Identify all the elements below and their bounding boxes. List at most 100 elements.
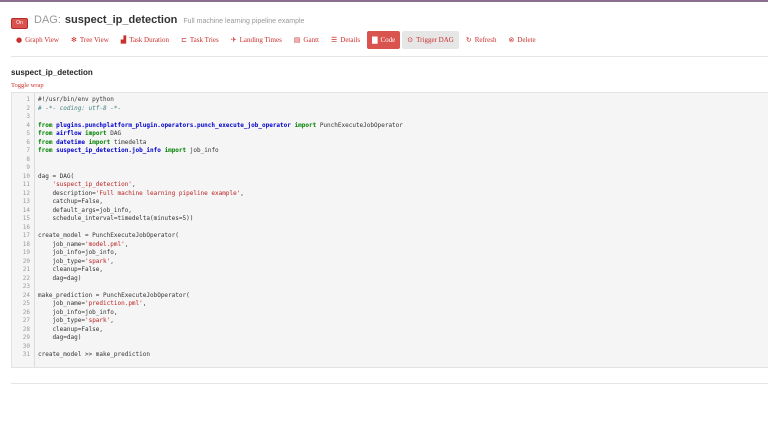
code-line: 5 from airflow import DAG [12, 130, 403, 139]
tries-icon: ⊏ [180, 35, 187, 44]
line-number: 13 [22, 198, 30, 205]
line-number: 21 [22, 266, 30, 273]
tab-label: Task Duration [129, 36, 169, 44]
code-token: job_type= [38, 317, 85, 324]
code-text: description='Full machine learning pipel… [34, 190, 243, 199]
code-token: DAG [106, 130, 122, 137]
code-token: cleanup=False, [38, 325, 104, 333]
code-token: , [110, 317, 114, 324]
code-text: job_info=job_info, [34, 309, 117, 318]
code-text: catchup=False, [34, 198, 103, 207]
code-line: 8 [12, 156, 403, 165]
line-number: 5 [26, 130, 30, 137]
code-token: , [131, 181, 136, 188]
code-token: import [88, 138, 111, 146]
code-token: PunchExecuteJobOperator [316, 121, 403, 129]
code-text: job_type='spark', [34, 257, 113, 267]
code-line: 27 job_type='spark', [12, 317, 403, 326]
code-line: 28 cleanup=False, [12, 326, 403, 335]
tab-details[interactable]: ☰ Details [326, 31, 365, 49]
tab-tree-view[interactable]: ✻ Tree View [66, 31, 114, 49]
line-number: 12 [22, 189, 30, 197]
line-number: 6 [26, 138, 30, 146]
code-line: 23 [12, 283, 403, 292]
bar-chart-icon: ▟ [120, 35, 127, 44]
tab-code[interactable]: ▇ Code [367, 31, 401, 49]
code-token: #!/usr/bin/env python [38, 96, 114, 103]
code-token: create_model >> make_prediction [38, 351, 150, 358]
code-line: 29 dag=dag) [12, 334, 403, 343]
code-line: 17 create_model = PunchExecuteJobOperator… [12, 232, 403, 241]
toggle-wrap-link[interactable]: Toggle wrap [11, 82, 44, 89]
code-token: 'model.pml' [84, 240, 125, 248]
tab-gantt[interactable]: ▤ Gantt [289, 31, 324, 49]
line-number: 24 [22, 291, 30, 299]
code-text: from airflow import DAG [34, 130, 121, 139]
code-text: job_info=job_info, [34, 249, 117, 258]
file-icon: ▇ [372, 35, 378, 44]
play-circle-icon: ⊙ [407, 35, 414, 44]
code-text: dag=dag) [34, 334, 81, 343]
tab-label: Gantt [303, 36, 319, 44]
dag-header: On DAG: suspect_ip_detection Full machin… [11, 14, 304, 29]
code-token: schedule_interval=timedelta(minutes=5)) [38, 215, 194, 222]
line-number: 16 [22, 223, 30, 231]
code-text: 'suspect_ip_detection', [34, 181, 136, 190]
divider [11, 56, 768, 57]
code-line: 31 create_model >> make_prediction [12, 351, 403, 360]
dag-toggle-switch[interactable]: On [11, 18, 28, 29]
tab-label: Refresh [474, 36, 497, 44]
line-number: 2 [26, 104, 30, 112]
code-text: job_type='spark', [34, 317, 114, 326]
code-token: 'prediction.pml' [84, 300, 143, 307]
tab-label: Code [380, 36, 396, 44]
code-line: 3 [12, 113, 403, 122]
code-line: 22 dag=dag) [12, 275, 403, 284]
circle-icon: ● [16, 35, 23, 44]
tab-trigger-dag[interactable]: ⊙ Trigger DAG [402, 31, 459, 49]
page-title: suspect_ip_detection [11, 68, 93, 77]
line-number: 18 [22, 240, 30, 248]
line-number: 23 [22, 283, 30, 290]
code-token: import [85, 130, 107, 137]
tree-icon: ✻ [70, 35, 77, 44]
plane-icon: ✈ [230, 35, 237, 44]
line-number: 29 [22, 334, 30, 341]
tab-task-tries[interactable]: ⊏ Task Tries [176, 31, 224, 49]
line-number: 28 [22, 325, 30, 333]
code-token: make_prediction = PunchExecuteJobOperato… [38, 291, 190, 299]
tab-task-duration[interactable]: ▟ Task Duration [116, 31, 174, 49]
tab-label: Landing Times [239, 36, 282, 44]
line-number: 30 [22, 342, 30, 350]
refresh-icon: ↻ [465, 35, 472, 44]
code-text: default_args=job_info, [34, 206, 132, 216]
line-number: 31 [22, 351, 30, 358]
code-token: job_type= [38, 257, 85, 265]
code-line: 9 [12, 164, 403, 173]
code-token: 'spark' [84, 317, 111, 324]
line-number: 7 [26, 147, 30, 154]
tab-landing-times[interactable]: ✈ Landing Times [226, 31, 287, 49]
tab-graph-view[interactable]: ● Graph View [11, 31, 64, 49]
code-token: job_name= [38, 300, 85, 307]
line-number: 8 [26, 155, 30, 163]
tab-label: Details [340, 36, 361, 44]
code-token: dag = DAG( [38, 172, 75, 180]
code-token: default_args=job_info, [38, 206, 132, 214]
line-number: 27 [22, 317, 30, 324]
code-token: timedelta [110, 138, 147, 146]
tab-delete[interactable]: ⊗ Delete [503, 31, 540, 49]
top-border [0, 0, 768, 2]
code-token: , [124, 240, 129, 248]
code-token: job_name= [38, 240, 85, 248]
divider [11, 383, 768, 384]
line-number: 10 [22, 172, 30, 180]
tab-refresh[interactable]: ↻ Refresh [461, 31, 502, 49]
dag-name: suspect_ip_detection [64, 14, 178, 26]
code-text: from datetime import timedelta [34, 139, 146, 148]
code-token: job_info=job_info, [38, 249, 118, 256]
code-token: datetime [56, 138, 85, 146]
